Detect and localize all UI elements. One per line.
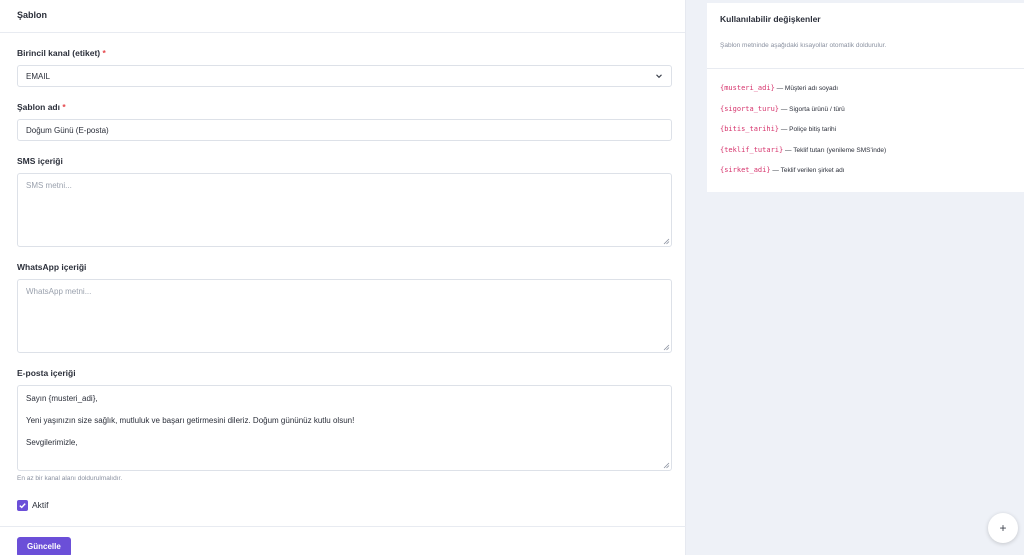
required-mark: * [102,48,106,58]
channel-select[interactable]: EMAIL [17,65,672,87]
variables-title: Kullanılabilir değişkenler [720,14,821,24]
variable-item: {sigorta_turu} — Sigorta ürünü / türü [720,104,1024,125]
resize-handle-icon[interactable] [663,344,670,351]
resize-handle-icon[interactable] [663,238,670,245]
resize-handle-icon[interactable] [663,462,670,469]
variables-header: Kullanılabilir değişkenler Şablon metnin… [707,3,1024,69]
template-name-value: Doğum Günü (E-posta) [26,126,109,135]
variables-subtitle: Şablon metninde aşağıdaki kısayollar oto… [720,42,887,49]
variable-code: {bitis_tarihi} [720,125,780,134]
email-line [26,404,663,415]
channel-label-text: Birincil kanal (etiket) [17,48,101,58]
required-mark: * [62,102,66,112]
check-icon [19,503,26,509]
variable-code: {sigorta_turu} [720,104,780,113]
variable-item: {bitis_tarihi} — Poliçe bitiş tarihi [720,124,1024,145]
footer-divider [0,526,686,527]
variable-desc: — Poliçe bitiş tarihi [779,126,837,134]
template-form-card: Şablon Birincil kanal (etiket) * EMAIL Ş… [0,0,686,555]
template-name-label: Şablon adı * [17,102,66,112]
sms-textarea[interactable]: SMS metni... [17,173,672,247]
template-name-input[interactable]: Doğum Günü (E-posta) [17,119,672,141]
variable-desc: — Sigorta ürünü / türü [779,105,845,113]
variable-item: {musteri_adi} — Müşteri adı soyadı [720,83,1024,104]
add-fab-button[interactable]: + [988,513,1018,543]
channel-label: Birincil kanal (etiket) * [17,48,106,58]
sms-placeholder: SMS metni... [26,181,72,190]
variables-card: Kullanılabilir değişkenler Şablon metnin… [707,3,1024,192]
update-button[interactable]: Güncelle [17,537,71,555]
variable-desc: — Teklif verilen şirket adı [770,167,845,175]
active-checkbox[interactable] [17,500,28,511]
variable-item: {teklif_tutari} — Teklif tutarı (yenilem… [720,145,1024,166]
email-line: Sevgilerimizle, [26,438,78,447]
variable-code: {musteri_adi} [720,84,775,92]
email-line [26,426,663,437]
email-line: Yeni yaşınızın size sağlık, mutluluk ve … [26,416,355,425]
sms-label: SMS içeriği [17,156,63,166]
channel-select-value: EMAIL [26,72,51,81]
chevron-down-icon [656,74,662,79]
variables-list: {musteri_adi} — Müşteri adı soyadı {sigo… [707,69,1024,186]
card-title: Şablon [0,0,685,33]
email-label: E-posta içeriği [17,368,76,378]
whatsapp-textarea[interactable]: WhatsApp metni... [17,279,672,353]
active-label: Aktif [32,500,49,510]
email-line: Sayın {musteri_adi}, [26,394,98,403]
template-name-label-text: Şablon adı [17,102,60,112]
variable-desc: — Teklif tutarı (yenileme SMS'inde) [783,146,887,154]
channel-hint: En az bir kanal alanı doldurulmalıdır. [17,475,123,482]
variable-item: {sirket_adi} — Teklif verilen şirket adı [720,165,1024,186]
variable-code: {sirket_adi} [720,166,771,175]
whatsapp-label: WhatsApp içeriği [17,262,87,272]
whatsapp-placeholder: WhatsApp metni... [26,287,92,296]
variable-code: {teklif_tutari} [720,145,784,154]
email-textarea[interactable]: Sayın {musteri_adi}, Yeni yaşınızın size… [17,385,672,471]
variable-desc: — Müşteri adı soyadı [774,85,839,92]
